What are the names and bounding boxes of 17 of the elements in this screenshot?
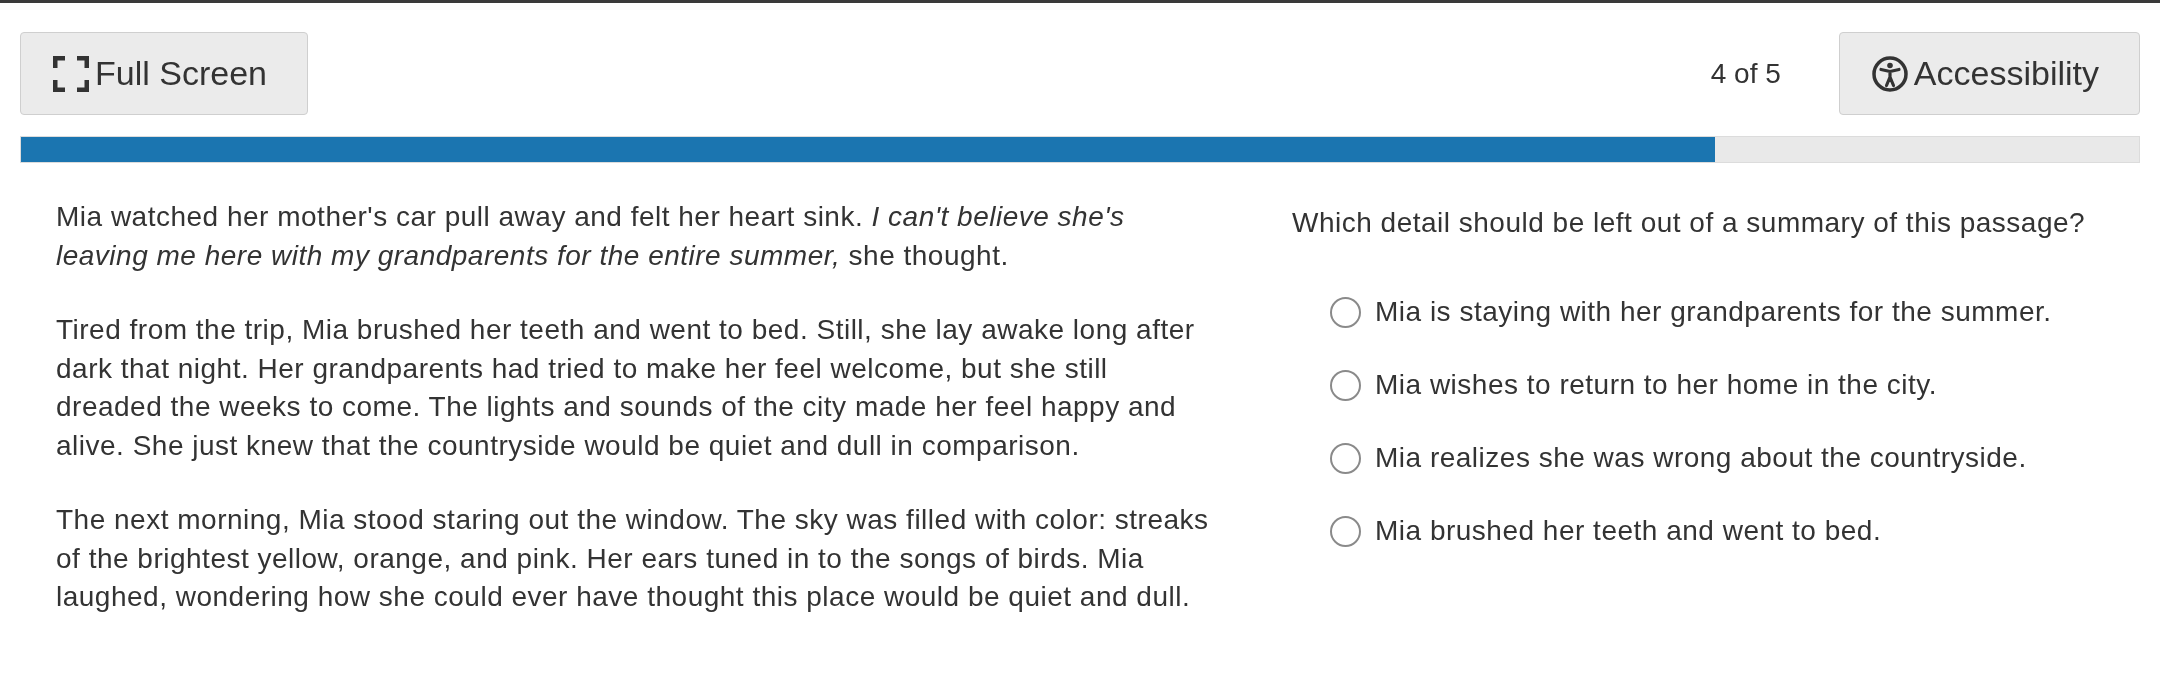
radio-button[interactable] [1330, 442, 1361, 474]
passage-paragraph: Mia watched her mother's car pull away and felt her heart sink. I can't believe she's leaving me here with my grandparents for the entire summer, she thought. [56, 200, 1126, 273]
expand-icon [53, 55, 89, 92]
option-label[interactable]: Mia wishes to return to her home in the city. [1375, 366, 1937, 404]
accessibility-icon [1871, 55, 1908, 92]
option-label[interactable]: Mia brushed her teeth and went to bed. [1375, 512, 1882, 550]
radio-button[interactable] [1330, 296, 1361, 328]
question-prompt: Which detail should be left out of a summary of this passage? [1292, 206, 2087, 240]
accessibility-button[interactable]: Accessibility [1838, 32, 2140, 115]
full-screen-button[interactable]: Full Screen [20, 32, 308, 115]
passage-paragraph: The next morning, Mia stood staring out the window. The sky was filled with color: streaks of the brightest yellow, orange, and pink. Her ears tuned in to the songs of birds. Mia laughed, wondering how she could ever have thought this place would be quiet and dull. [56, 503, 1210, 614]
option-label[interactable]: Mia realizes she was wrong about the countryside. [1375, 439, 2027, 477]
option-label[interactable]: Mia is staying with her grandparents for the summer. [1375, 293, 2052, 331]
radio-button[interactable] [1330, 369, 1361, 401]
passage-paragraph: Tired from the trip, Mia brushed her teeth and went to bed. Still, she lay awake long after dark that night. Her grandparents had tried to make her feel welcome, but she still dreaded the weeks to come. The lights and sounds of the city made her feel happy and alive. She just knew that the countryside would be quiet and dull in comparison. [56, 313, 1196, 463]
page-counter: 4 of 5 [1710, 57, 1781, 90]
radio-button[interactable] [1330, 515, 1361, 547]
